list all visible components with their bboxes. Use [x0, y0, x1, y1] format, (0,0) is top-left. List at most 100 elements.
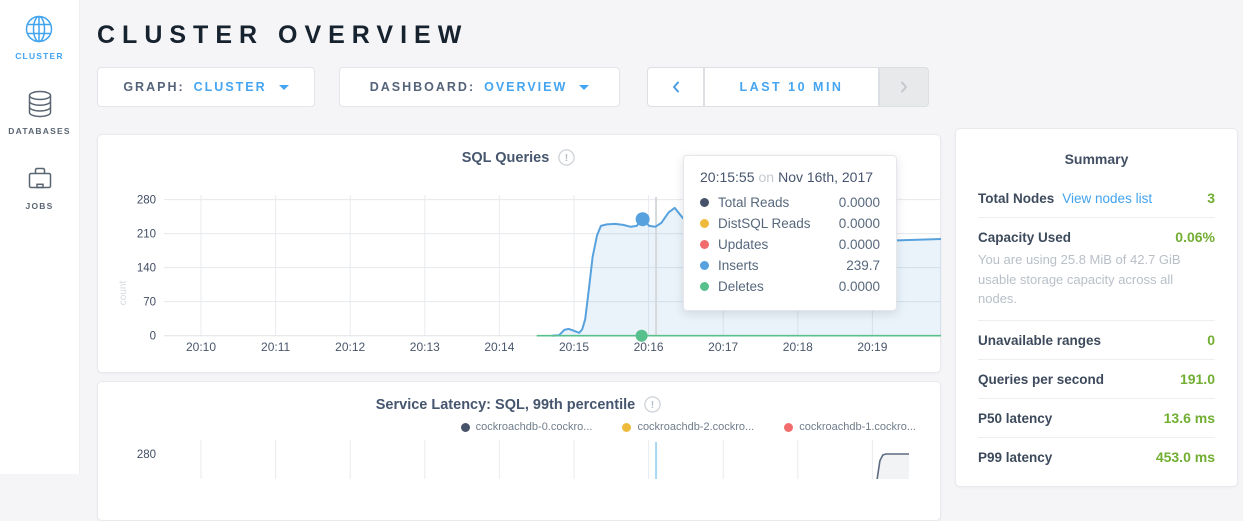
sidebar-item-databases[interactable]: DATABASES: [8, 87, 70, 136]
svg-text:20:13: 20:13: [410, 340, 440, 354]
tooltip-series-name: Total Reads: [718, 195, 830, 210]
sidebar-item-jobs[interactable]: JOBS: [23, 162, 57, 211]
svg-text:20:10: 20:10: [186, 340, 216, 354]
tooltip-series-name: Deletes: [718, 279, 830, 294]
svg-text:20:14: 20:14: [484, 340, 514, 354]
chevron-down-icon: [279, 85, 289, 90]
summary-label: P50 latency: [978, 411, 1052, 426]
controls-bar: GRAPH: CLUSTER DASHBOARD: OVERVIEW LAST …: [97, 67, 1243, 107]
graph-dropdown[interactable]: GRAPH: CLUSTER: [97, 67, 315, 107]
legend-item[interactable]: cockroachdb-0.cockro...: [461, 421, 593, 433]
summary-row: Unavailable ranges 0: [978, 321, 1215, 360]
chevron-left-icon: [671, 80, 681, 94]
service-latency-panel: Service Latency: SQL, 99th percentile ! …: [97, 381, 941, 521]
service-latency-plot[interactable]: 280: [98, 439, 942, 479]
summary-row: P99 latency 453.0 ms: [978, 438, 1215, 476]
time-range-button[interactable]: LAST 10 MIN: [704, 67, 879, 107]
series-dot-icon: [700, 219, 709, 228]
series-dot-icon: [700, 261, 709, 270]
summary-label: Total Nodes: [978, 191, 1054, 206]
tooltip-series-name: Updates: [718, 237, 830, 252]
summary-title: Summary: [978, 151, 1215, 167]
series-dot-icon: [784, 423, 793, 432]
dashboard-dropdown[interactable]: DASHBOARD: OVERVIEW: [339, 67, 620, 107]
summary-value: 13.6 ms: [1164, 410, 1215, 426]
summary-label: Unavailable ranges: [978, 333, 1101, 348]
svg-text:280: 280: [137, 449, 156, 461]
legend-item[interactable]: cockroachdb-2.cockro...: [622, 421, 754, 433]
svg-text:20:15: 20:15: [559, 340, 589, 354]
time-prev-button[interactable]: [647, 67, 704, 107]
summary-label: P99 latency: [978, 450, 1052, 465]
summary-row: Capacity Used0.06%You are using 25.8 MiB…: [978, 218, 1215, 321]
page-title: CLUSTER OVERVIEW: [97, 21, 1243, 50]
service-latency-title: Service Latency: SQL, 99th percentile: [376, 397, 636, 413]
tooltip-series-value: 0.0000: [839, 279, 880, 294]
tooltip-series-value: 0.0000: [839, 237, 880, 252]
summary-row: P50 latency 13.6 ms: [978, 399, 1215, 438]
dashboard-dropdown-label: DASHBOARD:: [370, 80, 475, 94]
series-dot-icon: [622, 423, 631, 432]
svg-text:70: 70: [143, 297, 156, 309]
tooltip-series-value: 239.7: [846, 258, 880, 273]
summary-description: You are using 25.8 MiB of 42.7 GiB usabl…: [978, 250, 1203, 309]
series-dot-icon: [700, 198, 709, 207]
legend-item[interactable]: cockroachdb-1.cockro...: [784, 421, 916, 433]
tooltip-row: Updates 0.0000: [700, 234, 880, 255]
summary-label: Queries per second: [978, 372, 1104, 387]
series-dot-icon: [461, 423, 470, 432]
charts-column: SQL Queries ! 07014021028020:1020:1120:1…: [97, 134, 941, 521]
series-dot-icon: [700, 240, 709, 249]
tooltip-row: DistSQL Reads 0.0000: [700, 213, 880, 234]
tooltip-row: Total Reads 0.0000: [700, 192, 880, 213]
sidebar-item-label: CLUSTER: [15, 51, 64, 61]
sql-queries-panel: SQL Queries ! 07014021028020:1020:1120:1…: [97, 134, 941, 373]
svg-text:20:16: 20:16: [634, 340, 664, 354]
summary-row: Queries per second 191.0: [978, 360, 1215, 399]
series-dot-icon: [700, 282, 709, 291]
chart-hover-tooltip: 20:15:55onNov 16th, 2017 Total Reads 0.00…: [683, 155, 897, 311]
info-icon[interactable]: !: [643, 395, 662, 414]
view-nodes-link[interactable]: View nodes list: [1062, 191, 1152, 206]
svg-text:0: 0: [150, 331, 156, 343]
summary-value: 191.0: [1180, 371, 1215, 387]
svg-text:20:12: 20:12: [335, 340, 365, 354]
legend-label: cockroachdb-1.cockro...: [799, 421, 916, 433]
tooltip-series-name: DistSQL Reads: [718, 216, 830, 231]
summary-value: 0: [1207, 332, 1215, 348]
database-icon: [23, 87, 57, 121]
svg-text:20:17: 20:17: [708, 340, 738, 354]
sidebar-item-cluster[interactable]: CLUSTER: [15, 12, 64, 61]
tooltip-series-value: 0.0000: [839, 195, 880, 210]
summary-panel: Summary Total Nodes View nodes list 3 Capac…: [955, 128, 1238, 487]
summary-value: 0.06%: [1175, 229, 1215, 245]
svg-text:20:11: 20:11: [261, 340, 290, 354]
graph-dropdown-value: CLUSTER: [194, 80, 267, 94]
tooltip-row: Deletes 0.0000: [700, 276, 880, 297]
graph-dropdown-label: GRAPH:: [123, 80, 184, 94]
tooltip-row: Inserts239.7: [700, 255, 880, 276]
latency-legend: cockroachdb-0.cockro... cockroachdb-2.coc…: [98, 414, 940, 433]
sidebar-item-label: JOBS: [26, 201, 54, 211]
legend-label: cockroachdb-2.cockro...: [637, 421, 754, 433]
time-next-button[interactable]: [879, 67, 929, 107]
sidebar: CLUSTER DATABASES JOBS: [0, 0, 80, 474]
svg-text:20:18: 20:18: [783, 340, 813, 354]
summary-value: 453.0 ms: [1156, 449, 1215, 465]
tooltip-series-value: 0.0000: [839, 216, 880, 231]
sidebar-item-label: DATABASES: [8, 126, 70, 136]
svg-text:count: count: [118, 281, 129, 306]
briefcase-icon: [23, 162, 57, 196]
sql-queries-title: SQL Queries: [462, 150, 550, 166]
svg-text:!: !: [565, 153, 568, 164]
dashboard-dropdown-value: OVERVIEW: [484, 80, 567, 94]
info-icon[interactable]: !: [557, 148, 576, 167]
svg-text:210: 210: [137, 229, 156, 241]
globe-icon: [22, 12, 56, 46]
chevron-right-icon: [899, 80, 909, 94]
summary-value: 3: [1207, 190, 1215, 206]
svg-text:280: 280: [137, 195, 156, 207]
svg-text:!: !: [651, 400, 654, 411]
main-content: CLUSTER OVERVIEW GRAPH: CLUSTER DASHBOAR…: [80, 0, 1243, 474]
tooltip-timestamp: 20:15:55onNov 16th, 2017: [700, 169, 880, 185]
